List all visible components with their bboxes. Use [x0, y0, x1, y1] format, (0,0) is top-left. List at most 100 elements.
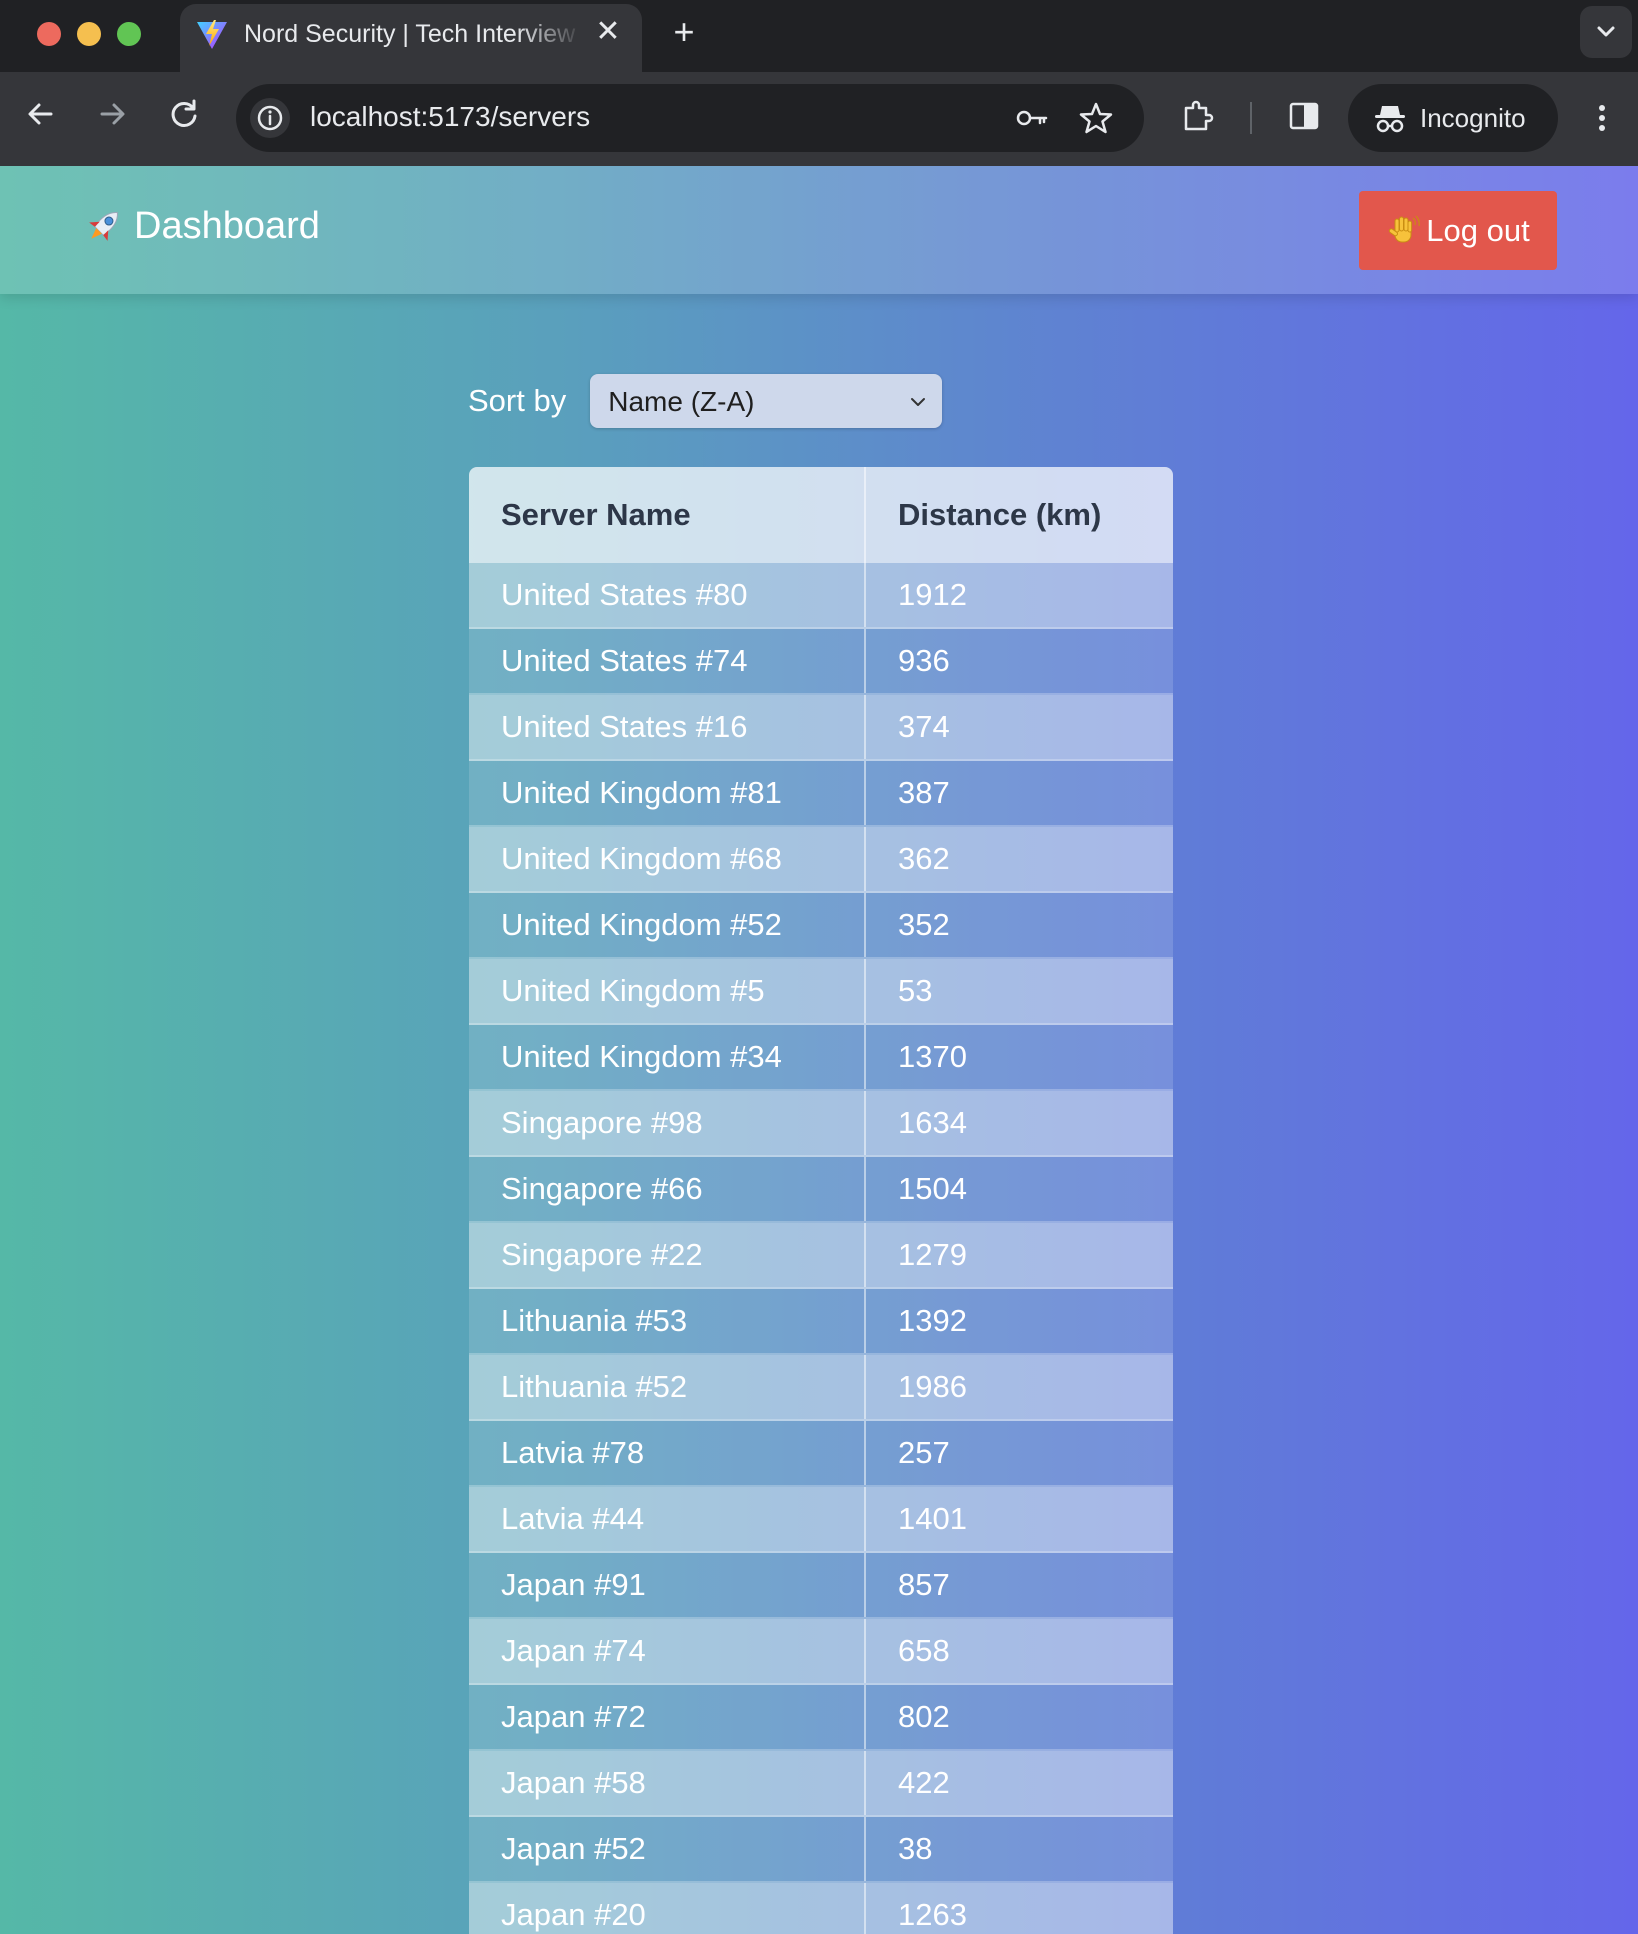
server-name-cell: Japan #72 — [469, 1685, 866, 1749]
waving-hand-icon — [1389, 215, 1421, 242]
table-row: Singapore #22 1279 — [469, 1223, 1173, 1289]
extensions-puzzle-icon[interactable] — [1178, 96, 1218, 136]
distance-cell: 1263 — [898, 1897, 967, 1932]
table-row: Japan #74 658 — [469, 1619, 1173, 1685]
distance-cell: 1912 — [898, 577, 967, 612]
server-name-cell: United States #74 — [469, 629, 866, 693]
window-minimize-button[interactable] — [77, 22, 101, 46]
brand-title: Dashboard — [134, 204, 320, 247]
servers-table: Server Name Distance (km) United States … — [469, 467, 1173, 1934]
server-name-cell: United Kingdom #34 — [469, 1025, 866, 1089]
vite-favicon-icon — [197, 20, 227, 49]
distance-cell: 362 — [898, 841, 950, 876]
tab-title: Nord Security | Tech Interview — [244, 20, 576, 48]
distance-cell: 1504 — [898, 1171, 967, 1206]
distance-cell: 422 — [898, 1765, 950, 1800]
server-name-cell: Latvia #44 — [469, 1487, 866, 1551]
window-zoom-button[interactable] — [117, 22, 141, 46]
incognito-label: Incognito — [1420, 103, 1526, 133]
chevron-down-icon — [911, 398, 926, 406]
info-circle-icon — [257, 105, 283, 131]
browser-toolbar: localhost:5173/servers Incognito — [0, 72, 1638, 166]
site-info-icon[interactable] — [250, 98, 290, 138]
password-key-icon[interactable] — [1014, 100, 1050, 136]
distance-cell: 936 — [898, 643, 950, 678]
distance-cell: 802 — [898, 1699, 950, 1734]
server-name-cell: United Kingdom #68 — [469, 827, 866, 891]
toolbar-divider — [1250, 102, 1252, 134]
browser-tab-active[interactable]: Nord Security | Tech Interview ✕ — [180, 4, 642, 72]
table-row: Lithuania #52 1986 — [469, 1355, 1173, 1421]
side-panel-icon[interactable] — [1284, 96, 1324, 136]
distance-cell: 1634 — [898, 1105, 967, 1140]
table-header: Server Name Distance (km) — [469, 467, 1173, 563]
logout-label: Log out — [1426, 212, 1530, 248]
table-row: United Kingdom #5 53 — [469, 959, 1173, 1025]
tab-close-icon[interactable]: ✕ — [592, 16, 624, 48]
window-close-button[interactable] — [37, 22, 61, 46]
distance-cell: 387 — [898, 775, 950, 810]
column-header-distance: Distance (km) — [898, 497, 1102, 532]
incognito-icon — [1375, 106, 1405, 133]
reload-icon[interactable] — [162, 92, 206, 136]
table-row: Singapore #98 1634 — [469, 1091, 1173, 1157]
sort-select[interactable]: Name (Z-A) — [590, 374, 943, 428]
server-name-cell: United Kingdom #81 — [469, 761, 866, 825]
distance-cell: 257 — [898, 1435, 950, 1470]
distance-cell: 1279 — [898, 1237, 967, 1272]
server-name-cell: Japan #52 — [469, 1817, 866, 1881]
table-row: Japan #58 422 — [469, 1751, 1173, 1817]
tab-search-button[interactable] — [1580, 6, 1632, 58]
table-row: United States #16 374 — [469, 695, 1173, 761]
table-row: United Kingdom #81 387 — [469, 761, 1173, 827]
new-tab-button[interactable]: + — [664, 12, 704, 52]
server-name-cell: Japan #20 — [469, 1883, 866, 1934]
table-row: Japan #52 38 — [469, 1817, 1173, 1883]
server-name-cell: United States #80 — [469, 563, 866, 627]
server-name-cell: Lithuania #52 — [469, 1355, 866, 1419]
table-row: United Kingdom #34 1370 — [469, 1025, 1173, 1091]
sort-selected-value: Name (Z-A) — [608, 386, 755, 417]
url-text[interactable]: localhost:5173/servers — [310, 101, 590, 133]
server-name-cell: Singapore #98 — [469, 1091, 866, 1155]
browser-tabstrip: Nord Security | Tech Interview ✕ + — [0, 0, 1638, 72]
server-name-cell: Lithuania #53 — [469, 1289, 866, 1353]
server-name-cell: Singapore #66 — [469, 1157, 866, 1221]
table-row: United Kingdom #68 362 — [469, 827, 1173, 893]
server-name-cell: Japan #91 — [469, 1553, 866, 1617]
table-row: Latvia #78 257 — [469, 1421, 1173, 1487]
server-name-cell: Latvia #78 — [469, 1421, 866, 1485]
server-name-cell: Japan #58 — [469, 1751, 866, 1815]
table-row: Lithuania #53 1392 — [469, 1289, 1173, 1355]
distance-cell: 53 — [898, 973, 933, 1008]
bookmark-star-icon[interactable] — [1078, 100, 1114, 136]
column-header-server-name: Server Name — [469, 467, 866, 563]
address-bar[interactable]: localhost:5173/servers — [236, 84, 1144, 152]
rocket-icon — [89, 212, 118, 241]
forward-arrow-icon[interactable] — [90, 92, 134, 136]
logout-button[interactable]: Log out — [1359, 191, 1557, 270]
incognito-profile-button[interactable]: Incognito — [1348, 84, 1558, 152]
server-name-cell: United Kingdom #52 — [469, 893, 866, 957]
sort-control: Sort by Name (Z-A) — [468, 374, 943, 428]
distance-cell: 1986 — [898, 1369, 967, 1404]
distance-cell: 857 — [898, 1567, 950, 1602]
table-row: Singapore #66 1504 — [469, 1157, 1173, 1223]
table-body: United States #80 1912 United States #74 93… — [469, 563, 1173, 1934]
server-name-cell: United Kingdom #5 — [469, 959, 866, 1023]
distance-cell: 352 — [898, 907, 950, 942]
page-viewport: Dashboard Log out Sort by Name (Z-A) Ser… — [0, 166, 1638, 1934]
browser-menu-icon[interactable] — [1586, 96, 1618, 140]
chevron-down-icon — [1597, 26, 1615, 37]
distance-cell: 1401 — [898, 1501, 967, 1536]
distance-cell: 658 — [898, 1633, 950, 1668]
server-name-cell: Singapore #22 — [469, 1223, 866, 1287]
table-row: United States #80 1912 — [469, 563, 1173, 629]
distance-cell: 1392 — [898, 1303, 967, 1338]
distance-cell: 1370 — [898, 1039, 967, 1074]
back-arrow-icon[interactable] — [19, 92, 63, 136]
table-row: United Kingdom #52 352 — [469, 893, 1173, 959]
table-row: Latvia #44 1401 — [469, 1487, 1173, 1553]
brand-link[interactable]: Dashboard — [82, 204, 320, 248]
server-name-cell: United States #16 — [469, 695, 866, 759]
